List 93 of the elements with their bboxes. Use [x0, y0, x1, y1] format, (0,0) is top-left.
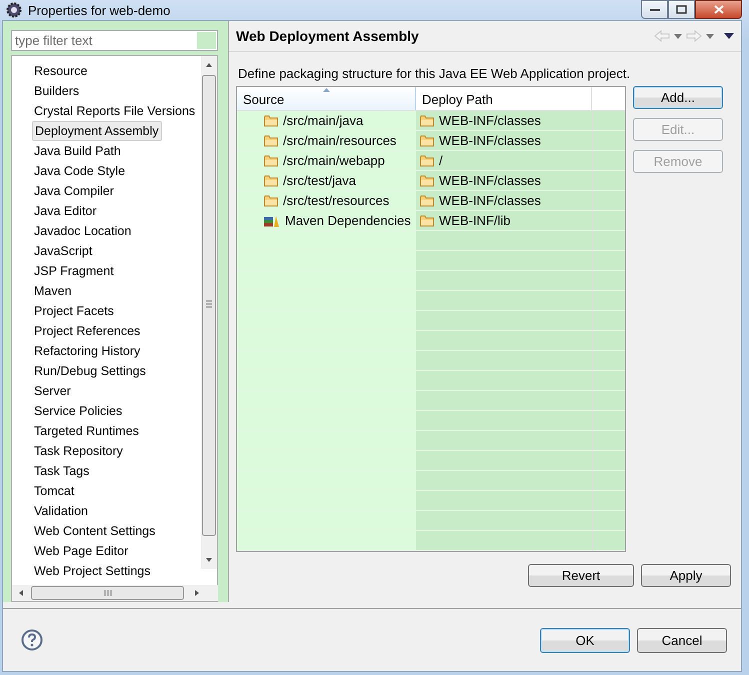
table-cell [592, 391, 625, 411]
nav-item[interactable]: Java Compiler [32, 181, 116, 201]
table-cell [592, 191, 625, 211]
folder-icon [420, 174, 434, 186]
table-cell [592, 511, 625, 531]
table-cell [592, 211, 625, 231]
folder-icon [420, 134, 434, 146]
table-cell: /src/main/resources [237, 131, 416, 151]
table-cell: WEB-INF/classes [416, 131, 592, 151]
table-cell [592, 411, 625, 431]
table-cell [592, 131, 625, 151]
table-cell: WEB-INF/classes [416, 191, 592, 211]
close-button[interactable] [695, 0, 742, 19]
column-header[interactable]: Source [237, 87, 416, 110]
table-cell: /src/main/webapp [237, 151, 416, 171]
nav-item[interactable]: Crystal Reports File Versions [32, 101, 198, 121]
help-icon[interactable] [21, 629, 43, 651]
folder-icon [264, 174, 278, 186]
nav-item[interactable]: Task Tags [32, 461, 92, 481]
nav-item[interactable]: Server [32, 381, 73, 401]
side-button[interactable]: Add... [633, 86, 723, 109]
dialog-button[interactable]: OK [540, 628, 630, 652]
table-cell: /src/test/java [237, 171, 416, 191]
nav-item[interactable]: Web Project Settings [32, 561, 152, 581]
page-button[interactable]: Revert [528, 564, 634, 587]
page-button[interactable]: Apply [641, 564, 731, 587]
maximize-button[interactable] [668, 0, 695, 19]
table-cell [592, 331, 625, 351]
table-cell [592, 291, 625, 311]
table-cell [592, 151, 625, 171]
nav-item[interactable]: Resource [32, 61, 90, 81]
nav-item[interactable]: Javadoc Location [32, 221, 134, 241]
nav-item[interactable]: JSP Fragment [32, 261, 116, 281]
table-cell [592, 111, 625, 131]
nav-item[interactable]: Java Code Style [32, 161, 128, 181]
nav-item[interactable]: Task Repository [32, 441, 125, 461]
nav-item[interactable]: Web Content Settings [32, 521, 158, 541]
nav-item[interactable]: Refactoring History [32, 341, 142, 361]
table-cell [592, 311, 625, 331]
folder-icon [264, 114, 278, 126]
nav-item[interactable]: Java Build Path [32, 141, 123, 161]
folder-icon [264, 154, 278, 166]
table-cell [592, 531, 625, 551]
table-cell: /src/main/java [237, 111, 416, 131]
page-title: Web Deployment Assembly [236, 28, 419, 44]
nav-item[interactable]: Service Policies [32, 401, 124, 421]
caret-icon[interactable] [674, 34, 682, 38]
table-cell: WEB-INF/classes [416, 111, 592, 131]
caret-icon[interactable] [706, 34, 714, 38]
table-cell [592, 371, 625, 391]
window-title: Properties for web-demo [28, 2, 170, 18]
nav-item[interactable]: Targeted Runtimes [32, 421, 141, 441]
nav-item[interactable]: Deployment Assembly [32, 121, 162, 141]
minimize-button[interactable] [641, 0, 668, 19]
library-icon [264, 214, 280, 226]
folder-icon [264, 134, 278, 146]
nav-item[interactable]: JavaScript [32, 241, 94, 261]
minimize-icon [650, 8, 660, 12]
folder-icon [420, 114, 434, 126]
table-cell [592, 491, 625, 511]
folder-icon [264, 194, 278, 206]
table-cell [592, 451, 625, 471]
table-cell [592, 271, 625, 291]
nav-item[interactable]: Project References [32, 321, 142, 341]
table-cell [592, 471, 625, 491]
folder-icon [420, 194, 434, 206]
folder-icon [420, 214, 434, 226]
nav-item[interactable]: Tomcat [32, 481, 76, 501]
dialog-button[interactable]: Cancel [637, 628, 727, 652]
table-cell: Maven Dependencies [237, 211, 416, 231]
table-cell [592, 171, 625, 191]
nav-item[interactable]: Project Facets [32, 301, 116, 321]
table-cell: WEB-INF/lib [416, 211, 592, 231]
nav-item[interactable]: Run/Debug Settings [32, 361, 148, 381]
nav-item[interactable]: Maven [32, 281, 74, 301]
table-cell: /src/test/resources [237, 191, 416, 211]
description: Define packaging structure for this Java EE Web Application project. [238, 66, 632, 81]
table-cell [592, 231, 625, 251]
column-header[interactable]: Deploy Path [416, 87, 592, 110]
table-cell [592, 251, 625, 271]
table-cell: / [416, 151, 592, 171]
table-cell [592, 431, 625, 451]
table-cell [592, 351, 625, 371]
gear-icon [6, 2, 22, 18]
nav-item[interactable]: Builders [32, 81, 82, 101]
nav-item[interactable]: Java Editor [32, 201, 99, 221]
close-icon [714, 5, 724, 14]
maximize-icon [676, 5, 687, 14]
menu-icon[interactable] [724, 33, 734, 39]
folder-icon [420, 154, 434, 166]
table-cell: WEB-INF/classes [416, 171, 592, 191]
nav-item[interactable]: Web Page Editor [32, 541, 130, 561]
nav-item[interactable]: Validation [32, 501, 90, 521]
